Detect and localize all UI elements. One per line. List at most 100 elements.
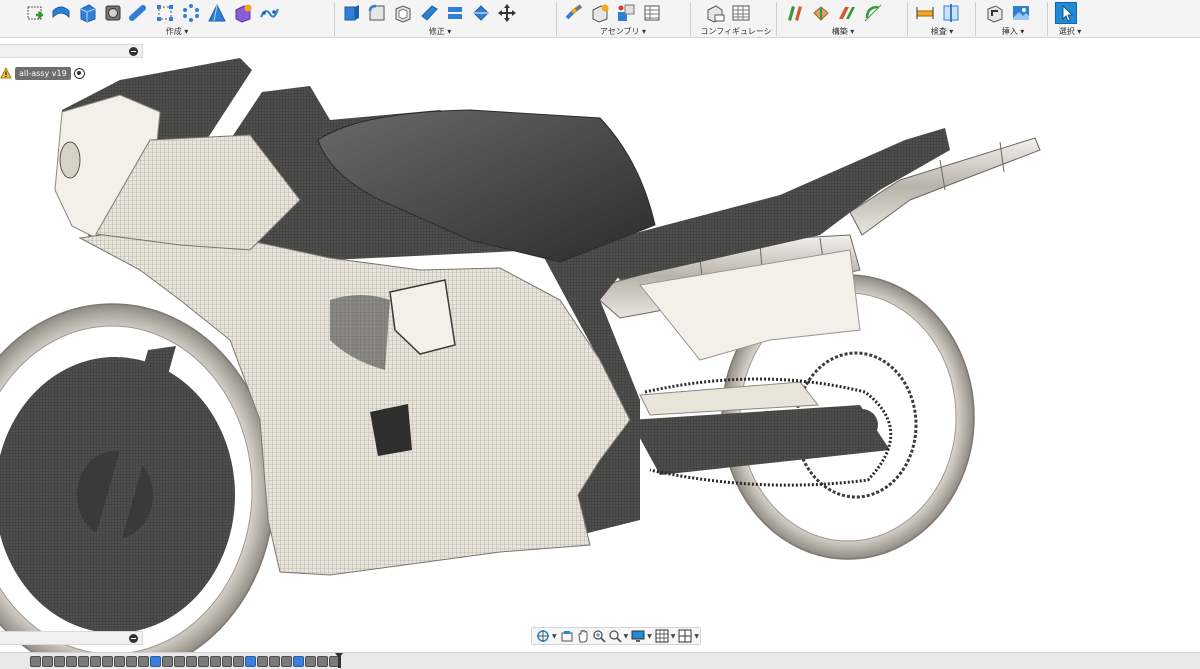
inspect-group-label[interactable]: 検査 ▾ [914, 26, 970, 37]
design-timeline [0, 652, 1200, 669]
axis-icon[interactable] [862, 2, 884, 24]
assemble-group-label[interactable]: アセンブリ ▾ [563, 26, 683, 37]
grid-icon[interactable] [655, 629, 669, 643]
create-group-label[interactable]: 作成 ▾ [24, 26, 330, 37]
plane-angle-icon[interactable] [810, 2, 832, 24]
activate-target-icon[interactable] [73, 67, 85, 79]
select-arrow-icon[interactable] [1055, 2, 1077, 24]
as-built-icon[interactable] [641, 2, 663, 24]
offset-plane-icon[interactable] [784, 2, 806, 24]
face-icon[interactable] [418, 2, 440, 24]
timeline-feature[interactable] [197, 656, 209, 667]
ribbon-toolbar: 作成 ▾ 修正 ▾ アセンブリ ▾ コンフィギュレーシ 構築 ▾ 検査 ▾ 挿入… [0, 0, 1200, 47]
timeline-feature[interactable] [269, 656, 281, 667]
split-icon[interactable] [444, 2, 466, 24]
collapse-icon[interactable] [129, 47, 138, 56]
cylinder-icon[interactable] [102, 2, 124, 24]
timeline-feature[interactable] [257, 656, 269, 667]
timeline-feature[interactable] [293, 656, 305, 667]
insert-group-label[interactable]: 挿入 ▾ [984, 26, 1042, 37]
shell-icon[interactable] [392, 2, 414, 24]
timeline-feature[interactable] [317, 656, 329, 667]
timeline-feature[interactable] [185, 656, 197, 667]
cone-icon[interactable] [206, 2, 228, 24]
chevron-down-icon[interactable]: ▼ [694, 633, 700, 640]
timeline-feature[interactable] [281, 656, 293, 667]
toolbar-divider [334, 2, 335, 36]
component-icon[interactable] [589, 2, 611, 24]
select-group: 選択 ▾ [1052, 0, 1088, 38]
browser-panel-header [0, 44, 143, 58]
timeline-marker[interactable] [335, 653, 343, 668]
timeline-feature[interactable] [125, 656, 137, 667]
freeform-icon[interactable] [258, 2, 280, 24]
configure-icon[interactable] [704, 2, 726, 24]
warning-icon[interactable] [0, 67, 12, 79]
timeline-feature[interactable] [137, 656, 149, 667]
chevron-down-icon[interactable]: ▼ [552, 633, 558, 640]
viewports-icon[interactable] [678, 629, 692, 643]
pipe-icon[interactable] [128, 2, 150, 24]
look-at-icon[interactable] [560, 629, 574, 643]
rigid-group-icon[interactable] [615, 2, 637, 24]
toolbar-divider [975, 2, 976, 36]
timeline-feature[interactable] [245, 656, 257, 667]
measure-icon[interactable] [914, 2, 936, 24]
navigation-bar: ▼ ▼ ▼ ▼ ▼ [531, 627, 701, 645]
timeline-feature[interactable] [161, 656, 173, 667]
inspect-group: 検査 ▾ [914, 0, 970, 38]
timeline-feature[interactable] [173, 656, 185, 667]
timeline-feature[interactable] [101, 656, 113, 667]
move-icon[interactable] [496, 2, 518, 24]
display-settings-icon[interactable] [631, 629, 645, 643]
extrude-icon[interactable] [50, 2, 72, 24]
insert-group: 挿入 ▾ [984, 0, 1042, 38]
timeline-feature[interactable] [30, 656, 41, 667]
timeline-feature[interactable] [77, 656, 89, 667]
select-group-label[interactable]: 選択 ▾ [1052, 26, 1088, 37]
collapse-icon[interactable] [129, 634, 138, 643]
pan-icon[interactable] [576, 629, 590, 643]
insert-derive-icon[interactable] [232, 2, 254, 24]
timeline-feature[interactable] [209, 656, 221, 667]
chevron-down-icon[interactable]: ▼ [647, 633, 653, 640]
pattern-icon[interactable] [180, 2, 202, 24]
timeline-track[interactable] [30, 656, 341, 667]
box-icon[interactable] [76, 2, 98, 24]
timeline-feature[interactable] [221, 656, 233, 667]
timeline-feature[interactable] [89, 656, 101, 667]
section-analysis-icon[interactable] [940, 2, 962, 24]
timeline-feature[interactable] [65, 656, 77, 667]
fillet-icon[interactable] [366, 2, 388, 24]
insert-mesh-icon[interactable] [984, 2, 1006, 24]
press-pull-icon[interactable] [340, 2, 362, 24]
canvas-icon[interactable] [1010, 2, 1032, 24]
chevron-down-icon[interactable]: ▼ [624, 633, 630, 640]
joint-icon[interactable] [563, 2, 585, 24]
construct-group-label[interactable]: 構築 ▾ [784, 26, 902, 37]
midplane-icon[interactable] [836, 2, 858, 24]
fusion-app-window: 作成 ▾ 修正 ▾ アセンブリ ▾ コンフィギュレーシ 構築 ▾ 検査 ▾ 挿入… [0, 0, 1200, 669]
scale-icon[interactable] [470, 2, 492, 24]
form-icon[interactable] [154, 2, 176, 24]
orbit-icon[interactable] [536, 629, 550, 643]
timeline-feature[interactable] [41, 656, 53, 667]
modify-group-label[interactable]: 修正 ▾ [340, 26, 540, 37]
timeline-feature[interactable] [233, 656, 245, 667]
timeline-feature[interactable] [53, 656, 65, 667]
zoom-window-icon[interactable] [592, 629, 606, 643]
chevron-down-icon[interactable]: ▼ [671, 633, 677, 640]
toolbar-divider [690, 2, 691, 36]
document-name[interactable]: all-assy v19 [15, 66, 71, 80]
3d-viewport[interactable]: all-assy v19 ▼ ▼ ▼ ▼ ▼ [0, 38, 1200, 652]
construct-group: 構築 ▾ [784, 0, 902, 38]
timeline-feature[interactable] [113, 656, 125, 667]
toolbar-divider [907, 2, 908, 36]
motorcycle-model[interactable] [0, 38, 1200, 652]
toolbar-divider [556, 2, 557, 36]
sketch-icon[interactable] [24, 2, 46, 24]
timeline-feature[interactable] [305, 656, 317, 667]
timeline-feature[interactable] [149, 656, 161, 667]
zoom-icon[interactable] [608, 629, 622, 643]
table-icon[interactable] [730, 2, 752, 24]
